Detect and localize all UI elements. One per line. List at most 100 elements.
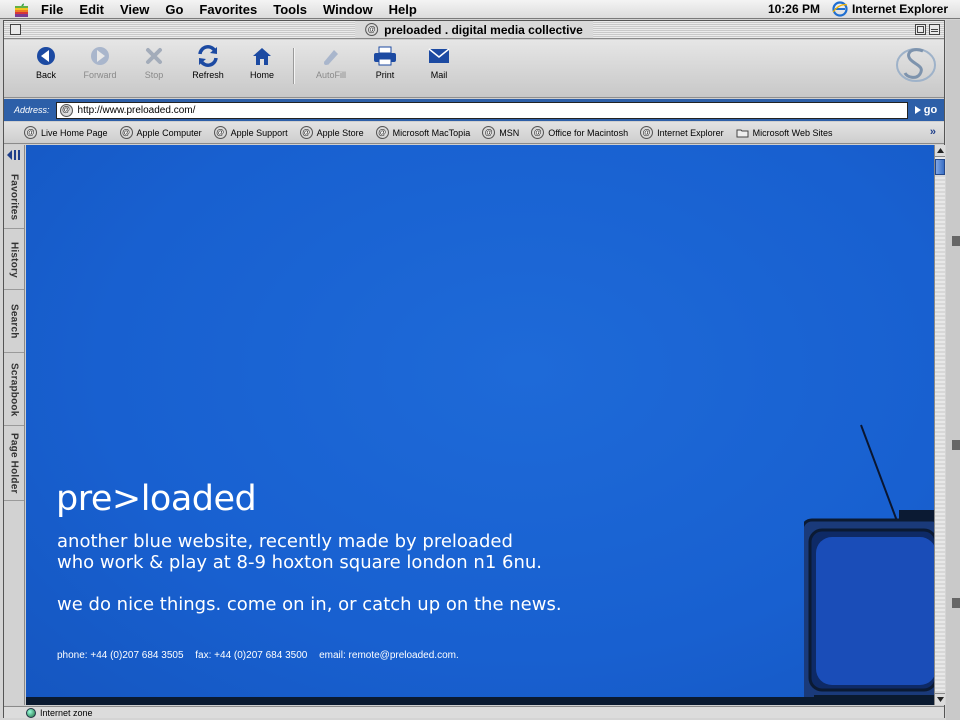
favorite-link-icon: @ bbox=[640, 126, 654, 139]
menu-favorites[interactable]: Favorites bbox=[191, 0, 265, 19]
folder-icon bbox=[736, 129, 749, 137]
address-label: Address: bbox=[14, 105, 50, 115]
stop-button[interactable]: Stop bbox=[127, 40, 181, 98]
mail-button[interactable]: Mail bbox=[412, 40, 466, 98]
menu-window[interactable]: Window bbox=[315, 0, 381, 19]
favorite-label: Microsoft MacTopia bbox=[392, 127, 471, 138]
favorite-label: Apple Computer bbox=[136, 127, 202, 138]
contact-details: phone: +44 (0)207 684 3505 fax: +44 (0)2… bbox=[57, 650, 468, 661]
desktop-item-edge bbox=[952, 236, 960, 246]
favorite-link-icon: @ bbox=[531, 126, 545, 139]
refresh-label: Refresh bbox=[192, 70, 224, 80]
favorite-apple-computer[interactable]: @ Apple Computer bbox=[119, 126, 202, 139]
tab-search[interactable]: Search bbox=[4, 291, 24, 353]
explorer-bar-toggle-icon[interactable] bbox=[7, 149, 22, 161]
go-arrow-icon bbox=[914, 106, 921, 114]
toolbar-separator bbox=[293, 48, 294, 84]
print-button[interactable]: Print bbox=[358, 40, 412, 98]
stop-label: Stop bbox=[144, 70, 164, 80]
status-bar: Internet zone bbox=[4, 706, 944, 718]
menubar: File Edit View Go Favorites Tools Window… bbox=[0, 0, 960, 19]
favorite-label: Apple Support bbox=[230, 127, 288, 138]
scroll-up-arrow-icon[interactable] bbox=[935, 145, 945, 157]
forward-button[interactable]: Forward bbox=[73, 40, 127, 98]
favorite-label: Internet Explorer bbox=[657, 127, 724, 138]
tab-history[interactable]: History bbox=[4, 230, 24, 290]
favorite-label: MSN bbox=[499, 127, 520, 138]
tab-favorites-label: Favorites bbox=[8, 174, 20, 221]
window-titlebar[interactable]: @ preloaded . digital media collective bbox=[4, 21, 944, 39]
url-page-icon[interactable]: @ bbox=[59, 103, 73, 117]
home-label: Home bbox=[249, 70, 274, 80]
desktop-item-edge bbox=[952, 440, 960, 450]
back-button[interactable]: Back bbox=[19, 40, 73, 98]
close-box-button[interactable] bbox=[10, 24, 21, 35]
favorite-office-for-macintosh[interactable]: @ Office for Macintosh bbox=[531, 126, 628, 139]
page-footer-bar bbox=[26, 697, 934, 705]
favorite-link-icon: @ bbox=[24, 126, 37, 139]
favorite-internet-explorer[interactable]: @ Internet Explorer bbox=[640, 126, 724, 139]
web-page-content: pre>loaded another blue website, recentl… bbox=[26, 145, 934, 705]
intro-line-2: who work & play at 8-9 hoxton square lon… bbox=[57, 552, 542, 573]
go-button[interactable]: go bbox=[908, 99, 944, 121]
window-title-area: @ preloaded . digital media collective bbox=[355, 21, 593, 38]
menu-file[interactable]: File bbox=[33, 0, 71, 19]
scrollbar-thumb[interactable] bbox=[935, 159, 945, 175]
status-zone-text: Internet zone bbox=[40, 707, 93, 718]
refresh-icon bbox=[196, 45, 220, 67]
favorite-live-home-page[interactable]: @ Live Home Page bbox=[24, 126, 108, 139]
back-arrow-icon bbox=[34, 45, 58, 67]
scroll-down-arrow-icon[interactable] bbox=[935, 693, 945, 705]
desktop-edge bbox=[946, 20, 960, 720]
more-favorites-chevron-icon[interactable]: » bbox=[930, 126, 936, 138]
tab-search-label: Search bbox=[8, 304, 20, 339]
favorite-label: Live Home Page bbox=[41, 127, 108, 138]
preloaded-logo[interactable]: pre>loaded bbox=[56, 479, 257, 519]
internet-explorer-icon bbox=[832, 1, 848, 17]
autofill-label: AutoFill bbox=[315, 70, 346, 80]
favorite-link-icon: @ bbox=[375, 126, 389, 139]
menu-go[interactable]: Go bbox=[157, 0, 191, 19]
favorite-apple-store[interactable]: @ Apple Store bbox=[299, 126, 364, 139]
favorite-label: Microsoft Web Sites bbox=[752, 127, 833, 138]
favorites-bar: @ Live Home Page @ Apple Computer @ Appl… bbox=[4, 122, 944, 144]
zoom-box-button[interactable] bbox=[915, 24, 926, 35]
address-field[interactable]: @ http://www.preloaded.com/ bbox=[55, 101, 908, 119]
menu-edit[interactable]: Edit bbox=[71, 0, 112, 19]
home-button[interactable]: Home bbox=[235, 40, 289, 98]
browser-window: @ preloaded . digital media collective B… bbox=[3, 20, 945, 718]
menu-help[interactable]: Help bbox=[381, 0, 425, 19]
forward-arrow-icon bbox=[88, 45, 112, 67]
favorite-msn[interactable]: @ MSN bbox=[482, 126, 519, 139]
vertical-scrollbar[interactable] bbox=[934, 145, 945, 705]
contact-phone: phone: +44 (0)207 684 3505 bbox=[57, 650, 184, 661]
address-bar: Address: @ http://www.preloaded.com/ go bbox=[4, 99, 944, 121]
desktop-item-edge bbox=[952, 598, 960, 608]
enter-news-line[interactable]: we do nice things. come on in, or catch … bbox=[57, 594, 562, 615]
apple-menu-icon[interactable] bbox=[9, 0, 33, 19]
tab-page-holder[interactable]: Page Holder bbox=[4, 427, 24, 501]
application-name: Internet Explorer bbox=[851, 2, 948, 16]
intro-line-1: another blue website, recently made by p… bbox=[57, 531, 513, 552]
refresh-button[interactable]: Refresh bbox=[181, 40, 235, 98]
collapse-box-button[interactable] bbox=[929, 24, 940, 35]
application-menu[interactable]: Internet Explorer bbox=[832, 1, 960, 17]
explorer-bar-tabs: Favorites History Search Scrapbook Page … bbox=[4, 145, 25, 705]
stop-icon bbox=[142, 45, 166, 67]
window-title: preloaded . digital media collective bbox=[384, 22, 583, 37]
favorite-label: Office for Macintosh bbox=[548, 127, 629, 138]
page-icon: @ bbox=[365, 23, 379, 36]
tab-scrapbook-label: Scrapbook bbox=[8, 362, 20, 417]
autofill-button[interactable]: AutoFill bbox=[304, 40, 358, 98]
favorite-microsoft-web-sites[interactable]: Microsoft Web Sites bbox=[736, 127, 833, 138]
tab-favorites[interactable]: Favorites bbox=[4, 167, 24, 229]
menu-view[interactable]: View bbox=[112, 0, 157, 19]
menubar-clock[interactable]: 10:26 PM bbox=[756, 2, 832, 16]
contact-email[interactable]: email: remote@preloaded.com. bbox=[319, 650, 459, 661]
tab-scrapbook[interactable]: Scrapbook bbox=[4, 354, 24, 426]
favorite-label: Apple Store bbox=[316, 127, 364, 138]
menu-tools[interactable]: Tools bbox=[265, 0, 315, 19]
favorite-microsoft-mactopia[interactable]: @ Microsoft MacTopia bbox=[375, 126, 471, 139]
favorite-apple-support[interactable]: @ Apple Support bbox=[213, 126, 288, 139]
address-url[interactable]: http://www.preloaded.com/ bbox=[78, 105, 196, 116]
